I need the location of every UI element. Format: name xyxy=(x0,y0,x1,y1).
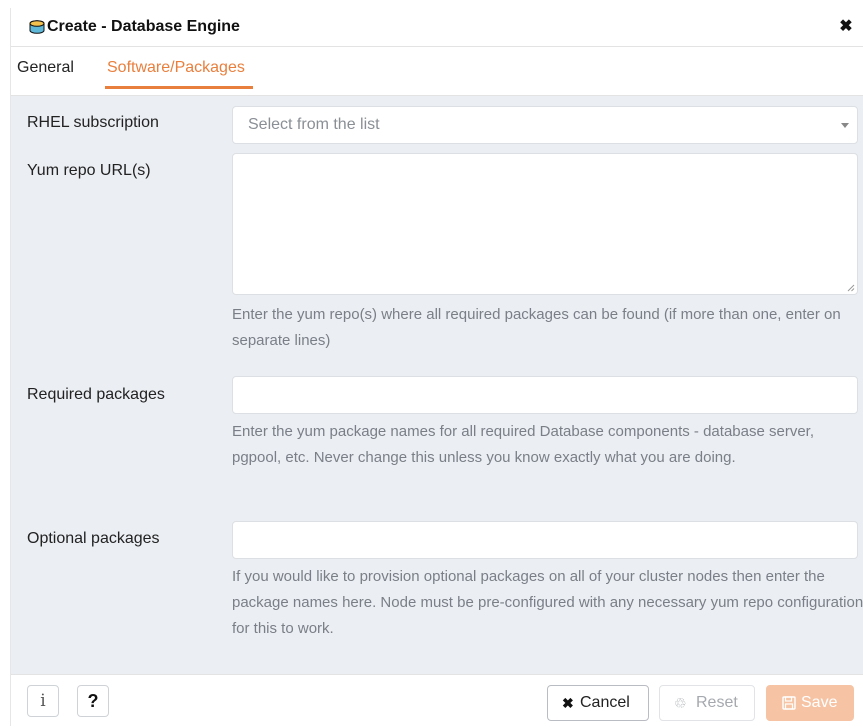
dialog-footer: i ? ✖ Cancel ♲ Reset Save xyxy=(11,674,863,727)
tab-bar: General Software/Packages xyxy=(11,47,863,96)
reset-button-label: Reset xyxy=(696,694,738,711)
required-packages-label: Required packages xyxy=(27,386,165,403)
required-packages-help: Enter the yum package names for all requ… xyxy=(232,423,814,466)
rhel-subscription-placeholder: Select from the list xyxy=(248,116,380,133)
required-packages-input[interactable] xyxy=(232,376,858,414)
resize-grip-icon[interactable] xyxy=(847,284,855,292)
tab-software-packages[interactable]: Software/Packages xyxy=(105,59,253,89)
database-icon xyxy=(29,20,45,34)
yum-repo-urls-label: Yum repo URL(s) xyxy=(27,162,151,179)
rhel-subscription-select[interactable]: Select from the list xyxy=(232,106,858,144)
close-icon[interactable]: ✖ xyxy=(836,17,856,37)
chevron-down-icon xyxy=(841,123,849,128)
recycle-icon: ♲ xyxy=(674,695,687,711)
cancel-button-label: Cancel xyxy=(580,694,630,711)
yum-repo-urls-textarea[interactable] xyxy=(232,153,858,295)
info-button[interactable]: i xyxy=(27,685,59,717)
info-icon: i xyxy=(40,691,46,711)
save-button[interactable]: Save xyxy=(766,685,854,721)
form-body: RHEL subscription Select from the list Y… xyxy=(11,96,863,674)
save-button-label: Save xyxy=(801,694,838,711)
optional-packages-help: If you would like to provision optional … xyxy=(232,568,863,637)
help-button[interactable]: ? xyxy=(77,685,109,717)
rhel-subscription-label: RHEL subscription xyxy=(27,114,159,131)
yum-repo-urls-help: Enter the yum repo(s) where all required… xyxy=(232,306,841,349)
tab-general[interactable]: General xyxy=(17,59,74,77)
dialog-titlebar: Create - Database Engine ✖ xyxy=(11,8,863,47)
close-icon: ✖ xyxy=(562,695,574,711)
question-icon: ? xyxy=(87,691,99,711)
optional-packages-input[interactable] xyxy=(232,521,858,559)
save-icon xyxy=(782,696,796,710)
dialog-title: Create - Database Engine xyxy=(47,18,240,35)
create-database-engine-dialog: Create - Database Engine ✖ General Softw… xyxy=(10,8,863,727)
reset-button[interactable]: ♲ Reset xyxy=(659,685,755,721)
cancel-button[interactable]: ✖ Cancel xyxy=(547,685,649,721)
optional-packages-label: Optional packages xyxy=(27,530,160,547)
